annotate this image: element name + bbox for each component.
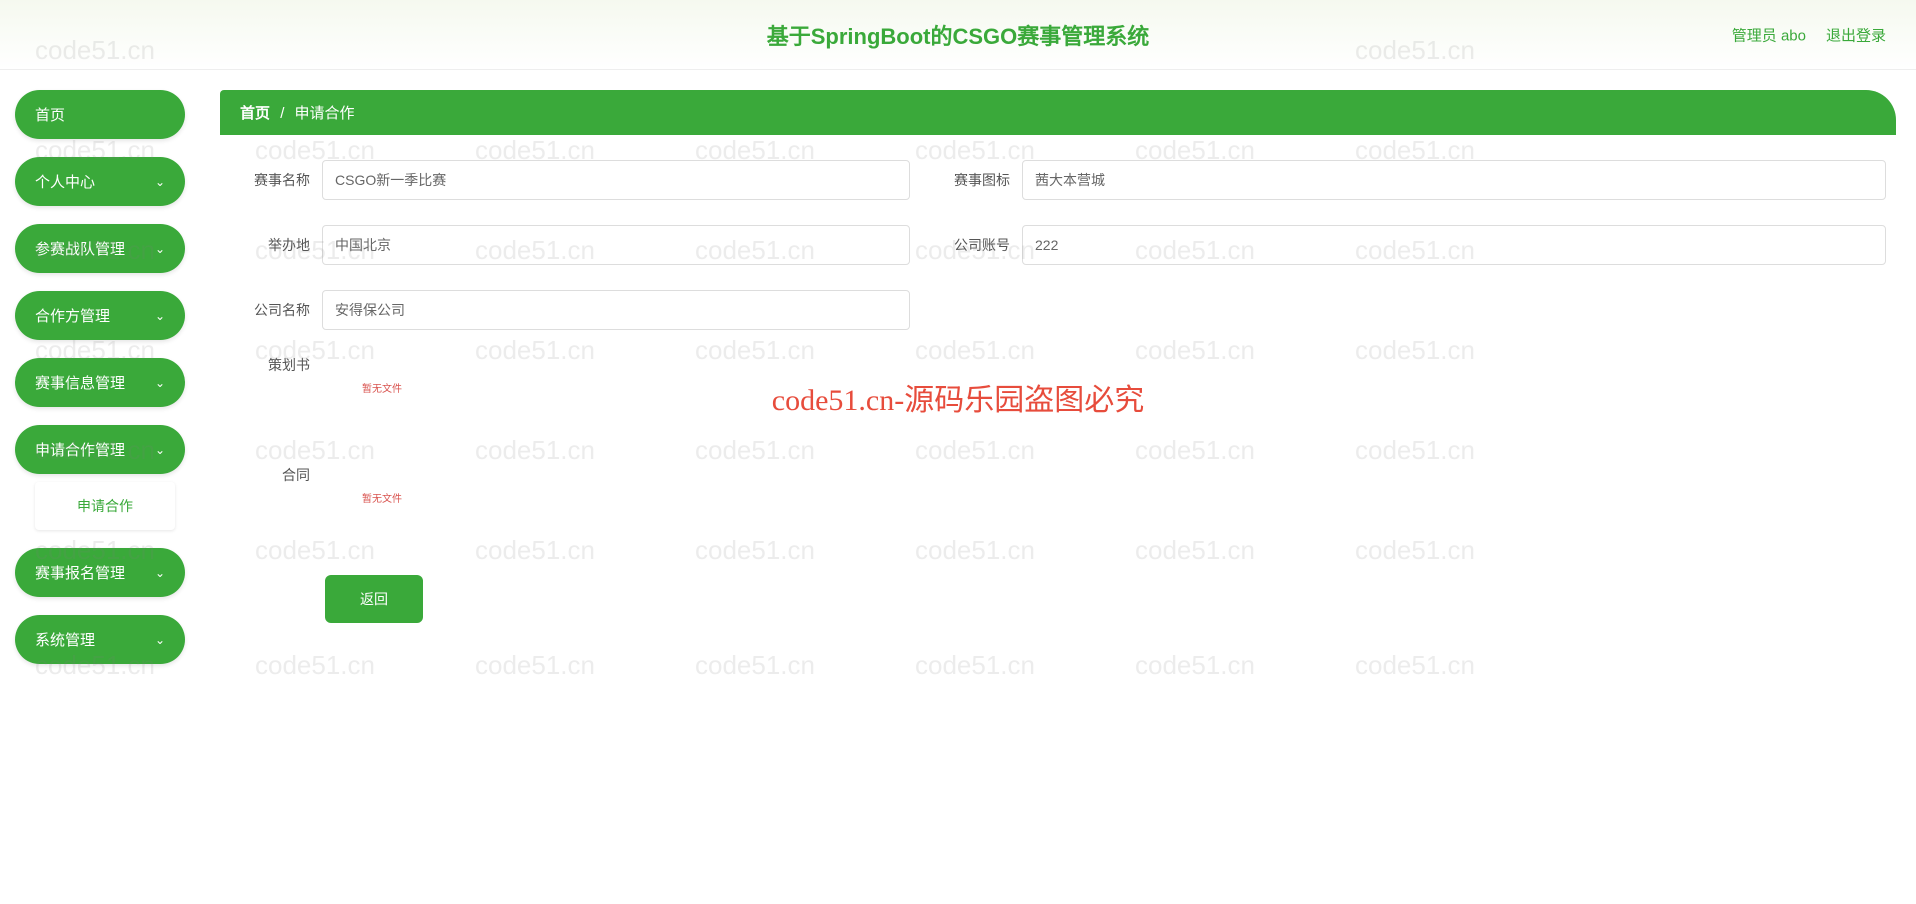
nav-match-info-mgmt[interactable]: 赛事信息管理 ⌄	[15, 358, 185, 407]
breadcrumb-current: 申请合作	[295, 105, 355, 122]
nav-apply-label: 申请合作管理	[35, 439, 125, 460]
label-company-name: 公司名称	[230, 300, 310, 320]
input-location[interactable]	[322, 225, 910, 265]
label-location: 举办地	[230, 235, 310, 255]
header: 基于SpringBoot的CSGO赛事管理系统 管理员 abo 退出登录	[0, 0, 1916, 70]
form-group-location: 举办地	[230, 225, 910, 265]
file-row-contract: 合同 暂无文件	[230, 465, 1886, 505]
form-group-company-account: 公司账号	[930, 225, 1886, 265]
chevron-down-icon: ⌄	[155, 443, 165, 457]
form-area: 赛事名称 赛事图标 举办地 公司账号	[220, 160, 1896, 623]
label-match-icon: 赛事图标	[930, 170, 1010, 190]
file-row-proposal: 策划书 暂无文件	[230, 355, 1886, 395]
file-placeholder-proposal[interactable]: 暂无文件	[362, 380, 402, 395]
nav-system-label: 系统管理	[35, 629, 95, 650]
site-title: 基于SpringBoot的CSGO赛事管理系统	[767, 19, 1150, 51]
nav-apply-mgmt[interactable]: 申请合作管理 ⌄	[15, 425, 185, 474]
file-placeholder-contract[interactable]: 暂无文件	[362, 490, 402, 505]
form-group-company-name: 公司名称	[230, 290, 910, 330]
button-row: 返回	[325, 575, 1886, 623]
nav-team-label: 参赛战队管理	[35, 238, 125, 259]
logout-link[interactable]: 退出登录	[1826, 24, 1886, 45]
user-label[interactable]: 管理员 abo	[1732, 24, 1806, 45]
input-match-icon[interactable]	[1022, 160, 1886, 200]
chevron-down-icon: ⌄	[155, 242, 165, 256]
chevron-down-icon: ⌄	[155, 633, 165, 647]
label-proposal: 策划书	[230, 355, 310, 375]
label-company-account: 公司账号	[930, 235, 1010, 255]
header-right: 管理员 abo 退出登录	[1732, 24, 1886, 45]
form-row-3: 公司名称	[230, 290, 1886, 330]
container: 首页 个人中心 ⌄ 参赛战队管理 ⌄ 合作方管理 ⌄ 赛事信息管理 ⌄ 申请合作…	[0, 70, 1916, 682]
nav-apply-sub[interactable]: 申请合作	[35, 482, 175, 530]
breadcrumb-home[interactable]: 首页	[240, 105, 270, 122]
main-content: 首页 / 申请合作 赛事名称 赛事图标 举办地	[200, 90, 1916, 682]
input-match-name[interactable]	[322, 160, 910, 200]
chevron-down-icon: ⌄	[155, 175, 165, 189]
chevron-down-icon: ⌄	[155, 566, 165, 580]
form-row-1: 赛事名称 赛事图标	[230, 160, 1886, 200]
input-company-name[interactable]	[322, 290, 910, 330]
nav-personal[interactable]: 个人中心 ⌄	[15, 157, 185, 206]
breadcrumb: 首页 / 申请合作	[220, 90, 1896, 135]
back-button[interactable]: 返回	[325, 575, 423, 623]
nav-partner-mgmt[interactable]: 合作方管理 ⌄	[15, 291, 185, 340]
sidebar: 首页 个人中心 ⌄ 参赛战队管理 ⌄ 合作方管理 ⌄ 赛事信息管理 ⌄ 申请合作…	[0, 90, 200, 682]
nav-matchinfo-label: 赛事信息管理	[35, 372, 125, 393]
form-group-match-icon: 赛事图标	[930, 160, 1886, 200]
label-contract: 合同	[230, 465, 310, 485]
nav-home-label: 首页	[35, 104, 65, 125]
nav-personal-label: 个人中心	[35, 171, 95, 192]
nav-signup-label: 赛事报名管理	[35, 562, 125, 583]
chevron-down-icon: ⌄	[155, 376, 165, 390]
nav-system-mgmt[interactable]: 系统管理 ⌄	[15, 615, 185, 664]
nav-home[interactable]: 首页	[15, 90, 185, 139]
nav-team-mgmt[interactable]: 参赛战队管理 ⌄	[15, 224, 185, 273]
breadcrumb-sep: /	[280, 105, 284, 122]
nav-signup-mgmt[interactable]: 赛事报名管理 ⌄	[15, 548, 185, 597]
label-match-name: 赛事名称	[230, 170, 310, 190]
input-company-account[interactable]	[1022, 225, 1886, 265]
chevron-down-icon: ⌄	[155, 309, 165, 323]
nav-partner-label: 合作方管理	[35, 305, 110, 326]
form-group-match-name: 赛事名称	[230, 160, 910, 200]
form-row-2: 举办地 公司账号	[230, 225, 1886, 265]
